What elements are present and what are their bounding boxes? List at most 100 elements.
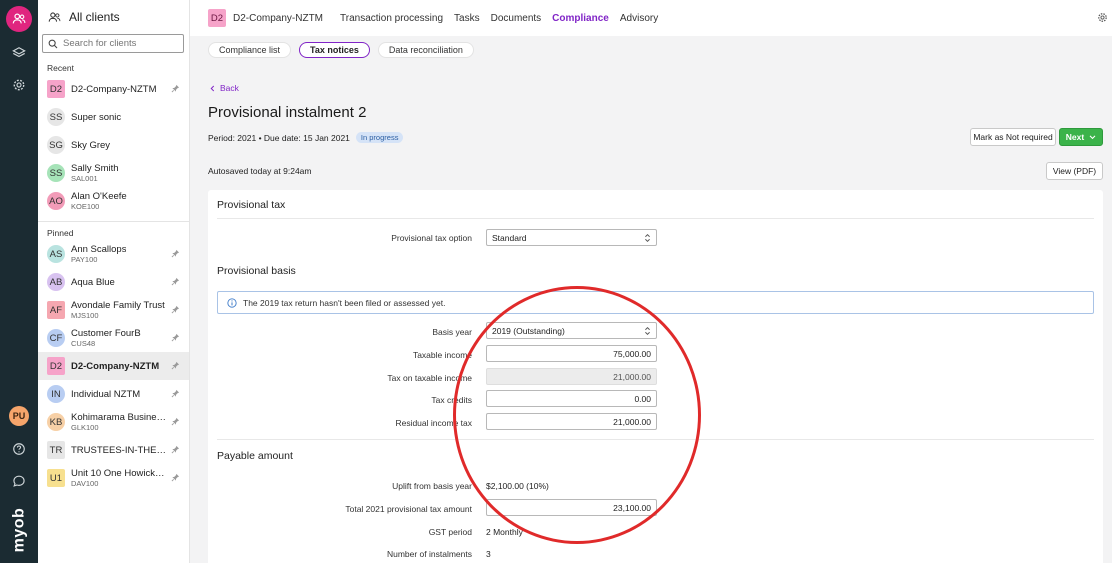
number-of-instalments-value: 3 [486, 549, 491, 559]
pin-icon[interactable] [171, 389, 180, 398]
client-name: Super sonic [71, 111, 122, 123]
search-input[interactable] [63, 38, 173, 49]
client-item[interactable]: IN Individual NZTM [38, 380, 189, 408]
pinned-heading: Pinned [47, 228, 74, 238]
client-item[interactable]: SS Super sonic [38, 103, 189, 131]
myob-logo: myob [10, 507, 28, 553]
main-content: Compliance list Tax notices Data reconci… [190, 36, 1112, 563]
info-text: The 2019 tax return hasn't been filed or… [243, 297, 446, 308]
tab-tax-notices[interactable]: Tax notices [299, 42, 370, 58]
provisional-basis-heading: Provisional basis [217, 265, 296, 277]
help-icon[interactable] [6, 436, 32, 462]
pin-icon[interactable] [171, 84, 180, 93]
pin-icon[interactable] [171, 277, 180, 286]
clients-icon[interactable] [6, 6, 32, 32]
client-names: Kohimarama Business ... GLK100 [71, 412, 167, 432]
taxable-income-input[interactable]: 75,000.00 [486, 345, 657, 362]
nav-documents[interactable]: Documents [491, 13, 542, 24]
client-code: PAY100 [71, 255, 98, 264]
client-item[interactable]: D2 D2-Company-NZTM [38, 75, 189, 103]
client-item[interactable]: D2 D2-Company-NZTM [38, 352, 189, 380]
total-provisional-tax-label: Total 2021 provisional tax amount [345, 504, 472, 514]
pin-icon[interactable] [171, 473, 180, 482]
nav-transaction-processing[interactable]: Transaction processing [340, 13, 443, 24]
uplift-value: $2,100.00 (10%) [486, 481, 549, 491]
basis-year-select[interactable]: 2019 (Outstanding) [486, 322, 657, 339]
client-item[interactable]: SG Sky Grey [38, 131, 189, 159]
client-names: Super sonic [71, 112, 121, 123]
client-item[interactable]: U1 Unit 10 One Howick Li... DAV100 [38, 464, 189, 492]
chevron-updown-icon [645, 234, 650, 242]
client-avatar: KB [47, 413, 65, 431]
user-avatar[interactable]: PU [9, 406, 29, 426]
client-code: MJS100 [71, 311, 99, 320]
chat-icon[interactable] [6, 468, 32, 494]
client-code: DAV100 [71, 479, 99, 488]
back-link[interactable]: Back [210, 83, 239, 93]
residual-income-tax-input[interactable]: 21,000.00 [486, 413, 657, 430]
basis-year-value: 2019 (Outstanding) [492, 325, 565, 336]
client-search[interactable] [42, 34, 184, 53]
client-item[interactable]: AF Avondale Family Trust MJS100 [38, 296, 189, 324]
client-avatar: AF [47, 301, 65, 319]
client-avatar: AO [47, 192, 65, 210]
client-item[interactable]: SS Sally Smith SAL001 [38, 159, 189, 187]
client-avatar: IN [47, 385, 65, 403]
search-icon [48, 39, 58, 48]
client-code: CUS48 [71, 339, 96, 348]
client-avatar: D2 [47, 357, 65, 375]
tax-credits-input[interactable]: 0.00 [486, 390, 657, 407]
client-name[interactable]: D2-Company-NZTM [233, 13, 323, 24]
tab-compliance-list[interactable]: Compliance list [208, 42, 292, 58]
page-title: Provisional instalment 2 [208, 104, 367, 121]
recent-heading: Recent [47, 63, 74, 73]
nav-compliance[interactable]: Compliance [552, 13, 609, 24]
client-avatar: AS [47, 245, 65, 263]
total-provisional-tax-input[interactable]: 23,100.00 [486, 499, 657, 516]
gear-icon[interactable] [1097, 12, 1108, 23]
client-item[interactable]: AS Ann Scallops PAY100 [38, 240, 189, 268]
provisional-tax-option-select[interactable]: Standard [486, 229, 657, 246]
nav-advisory[interactable]: Advisory [620, 13, 658, 24]
pin-icon[interactable] [171, 361, 180, 370]
provisional-tax-heading: Provisional tax [217, 199, 286, 211]
taxable-income-label: Taxable income [412, 350, 472, 360]
client-code: KOE100 [71, 202, 100, 211]
next-button[interactable]: Next [1059, 128, 1103, 146]
tab-data-reconciliation[interactable]: Data reconciliation [377, 42, 474, 58]
provisional-tax-option-value: Standard [492, 232, 527, 243]
client-names: Alan O'Keefe KOE100 [71, 191, 127, 211]
nav-tasks[interactable]: Tasks [454, 13, 480, 24]
client-names: Unit 10 One Howick Li... DAV100 [71, 468, 167, 488]
pin-icon[interactable] [171, 445, 180, 454]
tax-on-taxable-income-value: 21,000.00 [486, 368, 657, 385]
subtabs: Compliance list Tax notices Data reconci… [208, 42, 482, 58]
client-name: Avondale Family Trust [71, 300, 165, 311]
pin-icon[interactable] [171, 333, 180, 342]
client-item[interactable]: KB Kohimarama Business ... GLK100 [38, 408, 189, 436]
all-clients-label: All clients [69, 10, 120, 24]
client-names: Sky Grey [71, 140, 110, 151]
uplift-label: Uplift from basis year [392, 481, 472, 491]
client-item[interactable]: TR TRUSTEES-IN-THE-DH... [38, 436, 189, 464]
mark-not-required-button[interactable]: Mark as Not required [970, 128, 1056, 146]
client-name: Aqua Blue [71, 276, 115, 288]
all-clients-header[interactable]: All clients [38, 0, 189, 34]
gst-period-label: GST period [428, 527, 472, 537]
view-pdf-button[interactable]: View (PDF) [1046, 162, 1103, 180]
pin-icon[interactable] [171, 417, 180, 426]
chevron-down-icon [1089, 134, 1096, 139]
client-item[interactable]: AB Aqua Blue [38, 268, 189, 296]
app-rail: PU myob [0, 0, 38, 563]
client-sidebar: All clients Recent D2 D2-Company-NZTM SS Su… [38, 0, 190, 563]
pin-icon[interactable] [171, 249, 180, 258]
client-name: Alan O'Keefe [71, 191, 127, 202]
pin-icon[interactable] [171, 305, 180, 314]
layers-icon[interactable] [6, 40, 32, 66]
client-item[interactable]: AO Alan O'Keefe KOE100 [38, 187, 189, 215]
settings-icon[interactable] [6, 72, 32, 98]
sidebar-divider [38, 221, 189, 222]
status-badge: In progress [355, 132, 404, 143]
client-item[interactable]: CF Customer FourB CUS48 [38, 324, 189, 352]
back-label: Back [220, 83, 239, 93]
